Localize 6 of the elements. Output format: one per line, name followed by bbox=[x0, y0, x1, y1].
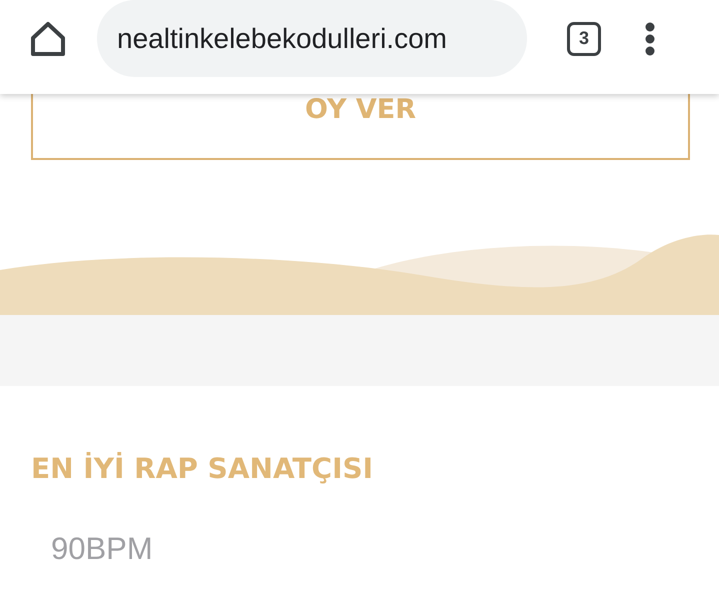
category-heading: EN İYİ RAP SANATÇISI bbox=[31, 452, 374, 485]
home-icon[interactable] bbox=[29, 20, 67, 58]
nominee-name: 90BPM bbox=[51, 531, 153, 567]
address-bar[interactable]: nealtinkelebekodulleri.com bbox=[97, 0, 527, 77]
menu-icon[interactable] bbox=[645, 22, 655, 56]
tab-count-button[interactable]: 3 bbox=[567, 22, 601, 56]
